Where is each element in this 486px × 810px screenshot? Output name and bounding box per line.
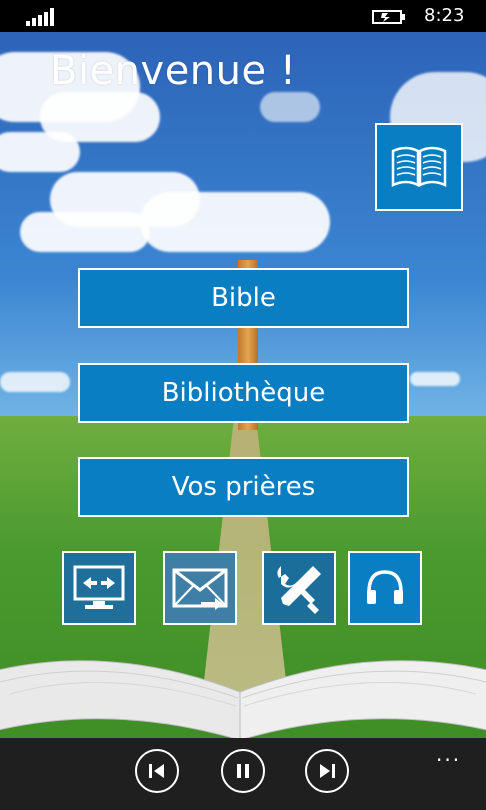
open-book-tile[interactable] xyxy=(375,123,463,211)
settings-tools-tile[interactable] xyxy=(262,551,336,625)
open-book-icon xyxy=(391,146,447,188)
next-button[interactable] xyxy=(305,749,349,793)
app-bar: ... xyxy=(0,738,486,810)
tools-icon xyxy=(277,566,321,614)
status-bar: 8:23 xyxy=(0,0,486,32)
monitor-arrows-icon xyxy=(73,565,125,609)
bibliotheque-button[interactable]: Bibliothèque xyxy=(78,363,409,423)
audio-tile[interactable] xyxy=(348,551,422,625)
previous-icon xyxy=(149,764,164,778)
clock: 8:23 xyxy=(424,5,465,26)
bible-button[interactable]: Bible xyxy=(78,268,409,328)
next-icon xyxy=(320,764,335,778)
pause-button[interactable] xyxy=(221,749,265,793)
vos-prieres-button[interactable]: Vos prières xyxy=(78,457,409,517)
page-title: Bienvenue ! xyxy=(50,48,297,94)
open-book-image xyxy=(0,660,486,738)
pause-icon xyxy=(237,764,249,778)
more-options-button[interactable]: ... xyxy=(436,742,461,766)
headphones-icon xyxy=(367,570,403,604)
share-screen-tile[interactable] xyxy=(62,551,136,625)
envelope-icon xyxy=(172,568,228,610)
battery-charging-icon xyxy=(372,10,405,24)
signal-strength-icon xyxy=(26,8,54,26)
previous-button[interactable] xyxy=(135,749,179,793)
mail-tile[interactable] xyxy=(163,551,237,625)
